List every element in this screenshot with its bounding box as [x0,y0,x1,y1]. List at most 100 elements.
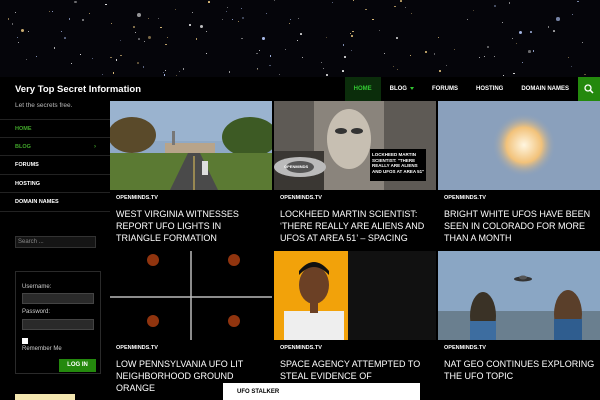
star [241,37,244,40]
star [400,0,402,2]
sidebar-item-forums[interactable]: FORUMS [0,156,110,175]
password-field[interactable] [22,319,94,330]
sidebar-nav: HOME BLOG › FORUMS HOSTING DOMAIN NAMES [0,119,110,212]
star [279,74,281,76]
post-source[interactable]: OPENMINDS.TV [116,345,158,351]
sidebar-item-home[interactable]: HOME [0,119,110,138]
star [53,47,56,49]
star [383,53,385,55]
star [157,17,160,19]
star [133,26,136,28]
star [199,25,203,29]
star [143,40,146,42]
sidebar-item-hosting[interactable]: HOSTING [0,175,110,193]
star [91,57,93,59]
star [350,33,352,35]
ufo-stalker-widget[interactable]: UFO STALKER [223,383,420,400]
star [14,11,16,13]
star [148,36,152,40]
sidebar-item-blog[interactable]: BLOG › [0,138,110,156]
nav-item-home[interactable]: HOME [344,77,381,101]
post-card[interactable]: LOCKHEED MARTIN SCIENTIST: "THERE REALLY… [274,101,436,249]
star [8,18,10,20]
star [165,43,167,46]
star [227,6,229,8]
nav-item-hosting[interactable]: HOSTING [467,77,512,101]
star [138,38,140,40]
post-source[interactable]: OPENMINDS.TV [280,345,322,351]
post-source[interactable]: OPENMINDS.TV [116,195,158,201]
star [467,19,469,21]
caret-down-icon [409,86,414,90]
star [237,21,239,22]
post-source[interactable]: OPENMINDS.TV [280,195,322,201]
star [397,68,398,70]
star [453,48,455,51]
star [148,18,150,20]
post-title[interactable]: BRIGHT WHITE UFOS HAVE BEEN SEEN IN COLO… [444,208,596,244]
sidebar-item-label: HOME [15,126,32,132]
site-tagline: Let the secrets free. [15,102,73,109]
star [518,31,523,35]
username-field[interactable] [22,293,94,304]
star [570,65,572,68]
site-title[interactable]: Very Top Secret Information [15,84,141,95]
star [410,55,412,57]
star [120,54,122,57]
post-card[interactable]: OPENMINDS.TV LOW PENNSYLVANIA UFO LIT NE… [110,251,272,399]
star [206,52,208,54]
post-title[interactable]: NAT GEO CONTINUES EXPLORING THE UFO TOPI… [444,358,596,382]
star [52,10,54,12]
password-label: Password: [22,309,51,315]
nav-item-forums[interactable]: FORUMS [423,77,467,101]
star [351,35,353,37]
star [258,50,260,52]
sidebar-item-domain-names[interactable]: DOMAIN NAMES [0,193,110,212]
post-card[interactable]: OPENMINDS.TV SPACE AGENCY ATTEMPTED TO S… [274,251,436,399]
star [521,61,524,64]
post-card[interactable]: OPENMINDS.TV WEST VIRGINIA WITNESSES REP… [110,101,272,249]
star [71,63,73,65]
login-button[interactable]: LOG IN [59,359,96,372]
star [410,13,412,14]
star [556,17,561,21]
star [64,37,66,39]
star [503,74,504,76]
post-thumbnail-street [110,101,272,190]
star [28,30,30,32]
star [342,44,345,46]
search-toggle-button[interactable] [578,77,600,101]
star [322,67,324,69]
star [487,46,489,48]
star [300,33,302,35]
post-card[interactable]: OPENMINDS.TV NAT GEO CONTINUES EXPLORING… [438,251,600,399]
post-thumbnail-ufo-field [438,251,600,340]
post-source[interactable]: OPENMINDS.TV [444,195,486,201]
post-card[interactable]: OPENMINDS.TV BRIGHT WHITE UFOS HAVE BEEN… [438,101,600,249]
remember-me-checkbox[interactable] [22,338,28,344]
sidebar: Let the secrets free. HOME BLOG › FORUMS … [0,101,110,400]
star [266,12,267,14]
post-title[interactable]: LOCKHEED MARTIN SCIENTIST: ‘THERE REALLY… [280,208,432,244]
sidebar-item-label: DOMAIN NAMES [15,199,59,205]
nav-item-blog[interactable]: BLOG [381,77,423,101]
star [136,13,141,17]
poster-caption: LOCKHEED MARTIN SCIENTIST: "THERE REALLY… [372,152,425,174]
star [568,56,570,58]
star [553,30,555,32]
star [175,9,177,11]
chevron-right-icon: › [94,143,96,150]
star [372,18,375,21]
post-source[interactable]: OPENMINDS.TV [444,345,486,351]
star [182,68,185,70]
post-thumbnail-orange-lights [110,251,272,340]
star [80,54,81,56]
nav-item-domain-names[interactable]: DOMAIN NAMES [512,77,578,101]
star [395,37,398,40]
star [137,62,140,64]
star [269,64,271,67]
sidebar-search-input[interactable]: Search ... [15,236,96,248]
post-title[interactable]: WEST VIRGINIA WITNESSES REPORT UFO LIGHT… [116,208,268,244]
post-title[interactable]: SPACE AGENCY ATTEMPTED TO STEAL EVIDENCE… [280,358,432,382]
star [111,22,113,24]
